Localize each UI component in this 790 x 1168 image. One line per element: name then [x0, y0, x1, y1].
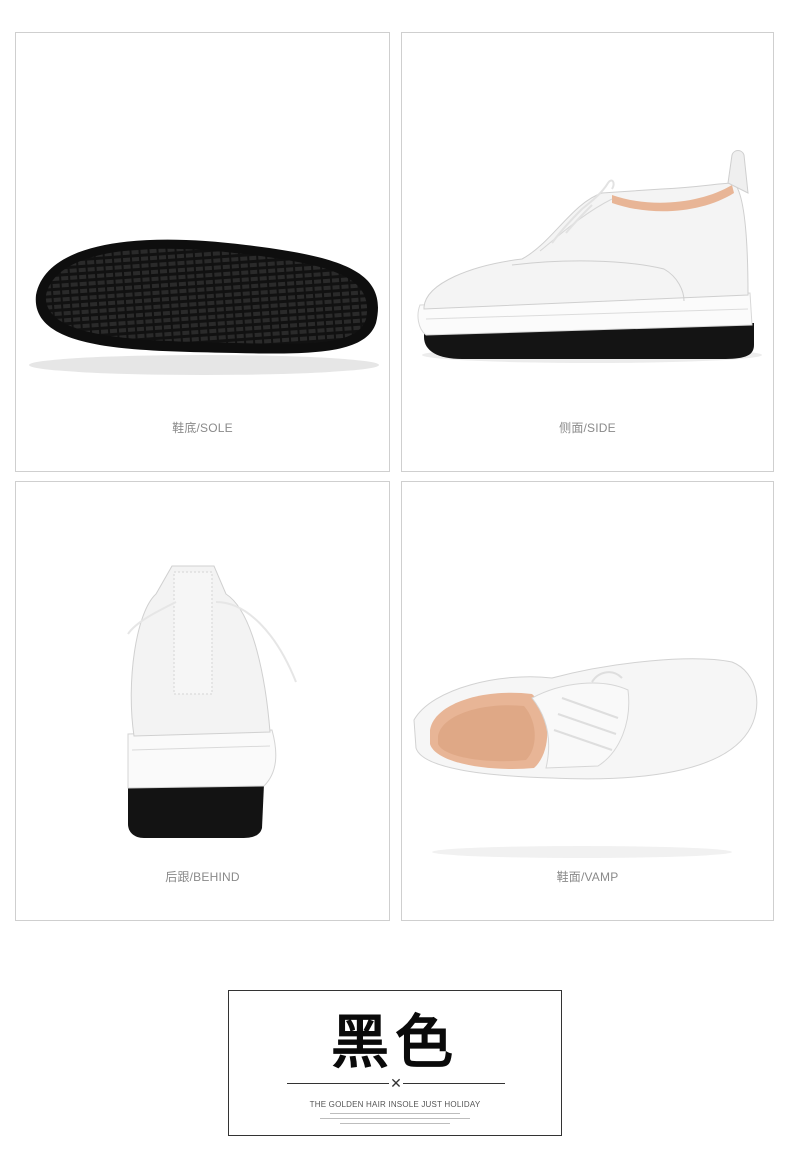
fine-print-line: [229, 1113, 561, 1114]
divider-cross-icon: ✕: [389, 1075, 403, 1091]
vamp-caption: 鞋面/VAMP: [556, 870, 619, 884]
color-title: 黑色: [330, 1008, 459, 1076]
vamp-photo: [413, 658, 758, 858]
fine-print-line: [229, 1123, 561, 1124]
vamp-view-panel: 鞋面/VAMP: [401, 481, 774, 921]
sole-caption: 鞋底/SOLE: [172, 421, 233, 435]
slogan-text: THE GOLDEN HAIR INSOLE JUST HOLIDAY: [309, 1100, 481, 1109]
sole-photo: [29, 239, 379, 375]
behind-view-panel: 后跟/BEHIND: [15, 481, 390, 921]
sole-view-panel: 鞋底/SOLE: [15, 32, 390, 472]
side-view-panel: 侧面/SIDE: [401, 32, 774, 472]
side-caption: 侧面/SIDE: [559, 421, 616, 435]
behind-caption: 后跟/BEHIND: [165, 870, 240, 884]
fine-print-line: [229, 1118, 561, 1119]
behind-photo: [127, 565, 297, 838]
color-label-card: 黑色 ✕ THE GOLDEN HAIR INSOLE JUST HOLIDAY: [228, 990, 562, 1136]
side-photo: [417, 150, 762, 363]
